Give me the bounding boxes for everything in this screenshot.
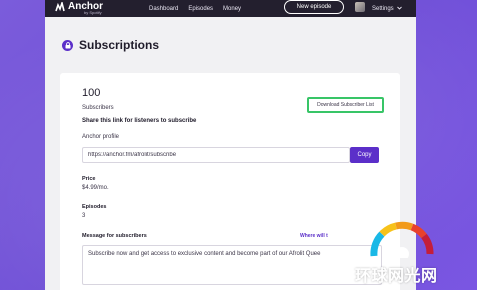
download-subscriber-list-button[interactable]: Download Subscriber List — [307, 97, 384, 113]
copy-button[interactable]: Copy — [350, 147, 379, 163]
page-header: Subscriptions — [45, 17, 416, 73]
episodes-label: Episodes — [82, 204, 107, 210]
brand-logo[interactable]: Anchor by Spotify — [55, 0, 103, 15]
nav-links: Dashboard Episodes Money — [149, 0, 241, 17]
brand-subtitle: by Spotify — [84, 10, 102, 15]
page-title: Subscriptions — [79, 38, 160, 52]
settings-menu[interactable]: Settings — [372, 0, 402, 17]
anchor-profile-label: Anchor profile — [82, 134, 120, 140]
chevron-down-icon — [396, 6, 402, 12]
episodes-value: 3 — [82, 213, 86, 219]
lock-icon — [62, 39, 73, 51]
nav-link-episodes[interactable]: Episodes — [188, 6, 213, 12]
message-label: Message for subscribers — [82, 233, 147, 239]
where-will-link[interactable]: Where will t — [300, 233, 328, 239]
price-value: $4.99/mo. — [82, 185, 109, 191]
anchor-logo-icon — [55, 0, 65, 15]
nav-link-dashboard[interactable]: Dashboard — [149, 6, 178, 12]
app-window: Anchor by Spotify Dashboard Episodes Mon… — [45, 0, 416, 290]
share-heading: Share this link for listeners to subscri… — [82, 118, 197, 124]
watermark-text: 环球网光网 — [355, 266, 438, 285]
settings-label: Settings — [372, 5, 394, 12]
subscriptions-card: 100 Subscribers Download Subscriber List… — [60, 73, 400, 290]
avatar[interactable] — [355, 2, 365, 12]
subscribe-link-field[interactable] — [82, 147, 350, 163]
top-navigation: Anchor by Spotify Dashboard Episodes Mon… — [45, 0, 416, 17]
new-episode-button[interactable]: New episode — [284, 0, 344, 14]
watermark-logo-icon — [370, 221, 434, 258]
price-label: Price — [82, 176, 96, 182]
subscriber-message-field[interactable]: Subscribe now and get access to exclusiv… — [82, 245, 382, 285]
nav-link-money[interactable]: Money — [223, 6, 241, 12]
